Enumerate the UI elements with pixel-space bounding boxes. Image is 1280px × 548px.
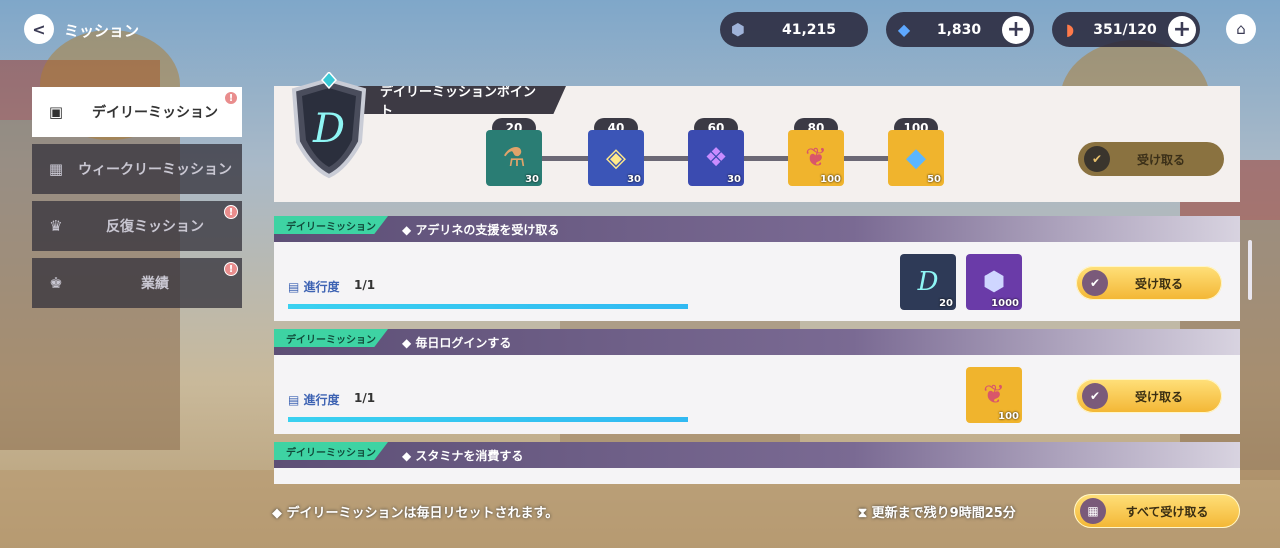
progress-value: 1/1 <box>354 391 376 405</box>
alert-badge: ! <box>224 262 238 276</box>
book-icon: ▤ <box>288 280 300 294</box>
milestone-reward[interactable]: ❦ 100 <box>788 130 844 186</box>
reward-qty: 1000 <box>991 298 1019 309</box>
alert-badge: ! <box>224 91 238 105</box>
sidebar-item-weekly[interactable]: ▦ ウィークリーミッション <box>32 144 242 194</box>
gift-icon: ▦ <box>1080 498 1106 524</box>
mission-title-text: アデリネの支援を受け取る <box>415 223 560 237</box>
milestone-reward[interactable]: ◈ 30 <box>588 130 644 186</box>
daily-shield-icon: D <box>291 72 367 179</box>
mission-card: デイリーミッション ◆ アデリネの支援を受け取る ▤ 進行度 1/1 D 20 … <box>274 216 1240 321</box>
mission-tag: デイリーミッション <box>274 329 388 347</box>
refresh-timer: ⧗ 更新まで残り9時間25分 <box>858 502 1016 521</box>
reward-qty: 50 <box>927 174 941 185</box>
gold-coin-icon: ⬢ <box>731 20 745 39</box>
potion-icon: ⚗ <box>502 143 526 173</box>
home-icon: ⌂ <box>1236 20 1246 38</box>
diamond-icon: ◆ <box>906 143 926 173</box>
progress-value: 1/1 <box>354 278 376 292</box>
check-icon: ✔ <box>1082 270 1108 296</box>
sidebar-item-label: 業績 <box>141 276 169 292</box>
claim-all-button[interactable]: ▦ すべて受け取る <box>1074 494 1240 528</box>
progress-label: ▤ 進行度 <box>288 278 340 295</box>
mission-title-text: 毎日ログインする <box>415 336 512 350</box>
milestone-reward[interactable]: ◆ 50 <box>888 130 944 186</box>
reset-note: ◆ デイリーミッションは毎日リセットされます。 <box>272 506 559 521</box>
reward-qty: 100 <box>998 411 1019 422</box>
check-icon: ✔ <box>1082 383 1108 409</box>
hex-token-icon: ⬢ <box>982 267 1006 297</box>
scrollbar[interactable] <box>1248 240 1252 300</box>
sidebar-item-daily[interactable]: ▣ デイリーミッション ! <box>32 87 242 137</box>
gold-value: 41,215 <box>781 21 837 38</box>
check-icon: ✔ <box>1084 146 1110 172</box>
mission-reward[interactable]: ⬢ 1000 <box>966 254 1022 310</box>
mission-title: ◆ 毎日ログインする <box>402 336 512 350</box>
gem-resource: ◆ 1,830 + <box>886 12 1034 47</box>
home-button[interactable]: ⌂ <box>1226 14 1256 44</box>
mission-reward[interactable]: D 20 <box>900 254 956 310</box>
claim-points-button[interactable]: ✔ 受け取る <box>1078 142 1224 176</box>
angel-wing-icon: ❦ <box>805 143 827 173</box>
reward-qty: 30 <box>627 174 641 185</box>
points-title: デイリーミッションポイント <box>356 86 566 114</box>
sidebar-item-label: ウィークリーミッション <box>78 162 232 178</box>
alert-badge: ! <box>224 205 238 219</box>
reward-qty: 30 <box>727 174 741 185</box>
hourglass-icon: ⧗ <box>858 506 868 521</box>
claim-mission-button[interactable]: ✔ 受け取る <box>1076 379 1222 413</box>
page-title: ミッション <box>64 22 140 40</box>
shield-letter: D <box>312 106 345 152</box>
back-arrow-icon: < <box>32 19 46 39</box>
back-button[interactable]: < <box>24 14 54 44</box>
trophy-icon: ♚ <box>49 274 63 292</box>
stamina-flame-icon: ◗ <box>1065 20 1075 39</box>
book-icon: ▤ <box>288 393 300 407</box>
mission-card: デイリーミッション ◆ スタミナを消費する <box>274 442 1240 484</box>
mission-reward[interactable]: ❦ 100 <box>966 367 1022 423</box>
claim-label: 受け取る <box>1134 389 1183 404</box>
reward-qty: 100 <box>820 174 841 185</box>
reward-qty: 20 <box>939 298 953 309</box>
sidebar-item-label: デイリーミッション <box>92 105 218 121</box>
milestone-reward[interactable]: ⚗ 30 <box>486 130 542 186</box>
stamina-value: 351/120 <box>1093 21 1157 38</box>
angel-wing-icon: ❦ <box>983 380 1005 410</box>
gold-resource: ⬢ 41,215 <box>720 12 868 47</box>
progress-label-text: 進行度 <box>303 393 340 407</box>
mission-title: ◆ アデリネの支援を受け取る <box>402 223 560 237</box>
stamina-resource: ◗ 351/120 + <box>1052 12 1200 47</box>
add-stamina-button[interactable]: + <box>1168 15 1196 44</box>
progress-label-text: 進行度 <box>303 280 340 294</box>
purple-crystal-icon: ❖ <box>704 143 728 173</box>
progress-bar-fill <box>288 304 688 309</box>
gem-value: 1,830 <box>936 21 982 38</box>
claim-mission-button[interactable]: ✔ 受け取る <box>1076 266 1222 300</box>
progress-bar <box>288 417 688 422</box>
sidebar-item-achievements[interactable]: ♚ 業績 ! <box>32 258 242 308</box>
claim-label: 受け取る <box>1136 152 1185 167</box>
mission-title-text: スタミナを消費する <box>415 449 524 463</box>
sidebar-item-label: 反復ミッション <box>106 219 204 235</box>
progress-bar <box>288 304 688 309</box>
progress-bar-fill <box>288 417 688 422</box>
mission-tag: デイリーミッション <box>274 216 388 234</box>
claim-label: 受け取る <box>1134 276 1183 291</box>
milestone-reward[interactable]: ❖ 30 <box>688 130 744 186</box>
daily-shield-icon: D <box>917 267 939 297</box>
repeat-trophy-icon: ♛ <box>49 217 63 235</box>
mission-card: デイリーミッション ◆ 毎日ログインする ▤ 進行度 1/1 ❦ 100 ✔ 受… <box>274 329 1240 434</box>
timer-text: 更新まで残り9時間25分 <box>871 506 1016 521</box>
mission-tag: デイリーミッション <box>274 442 388 460</box>
claim-all-label: すべて受け取る <box>1125 504 1209 519</box>
clipboard-icon: ▣ <box>48 103 64 121</box>
blue-gem-icon: ◆ <box>897 20 911 39</box>
progress-label: ▤ 進行度 <box>288 391 340 408</box>
sidebar-item-repeat[interactable]: ♛ 反復ミッション ! <box>32 201 242 251</box>
rainbow-gem-icon: ◈ <box>606 143 626 173</box>
mission-title: ◆ スタミナを消費する <box>402 449 524 463</box>
calendar-icon: ▦ <box>48 160 64 178</box>
add-gem-button[interactable]: + <box>1002 15 1030 44</box>
reward-qty: 30 <box>525 174 539 185</box>
